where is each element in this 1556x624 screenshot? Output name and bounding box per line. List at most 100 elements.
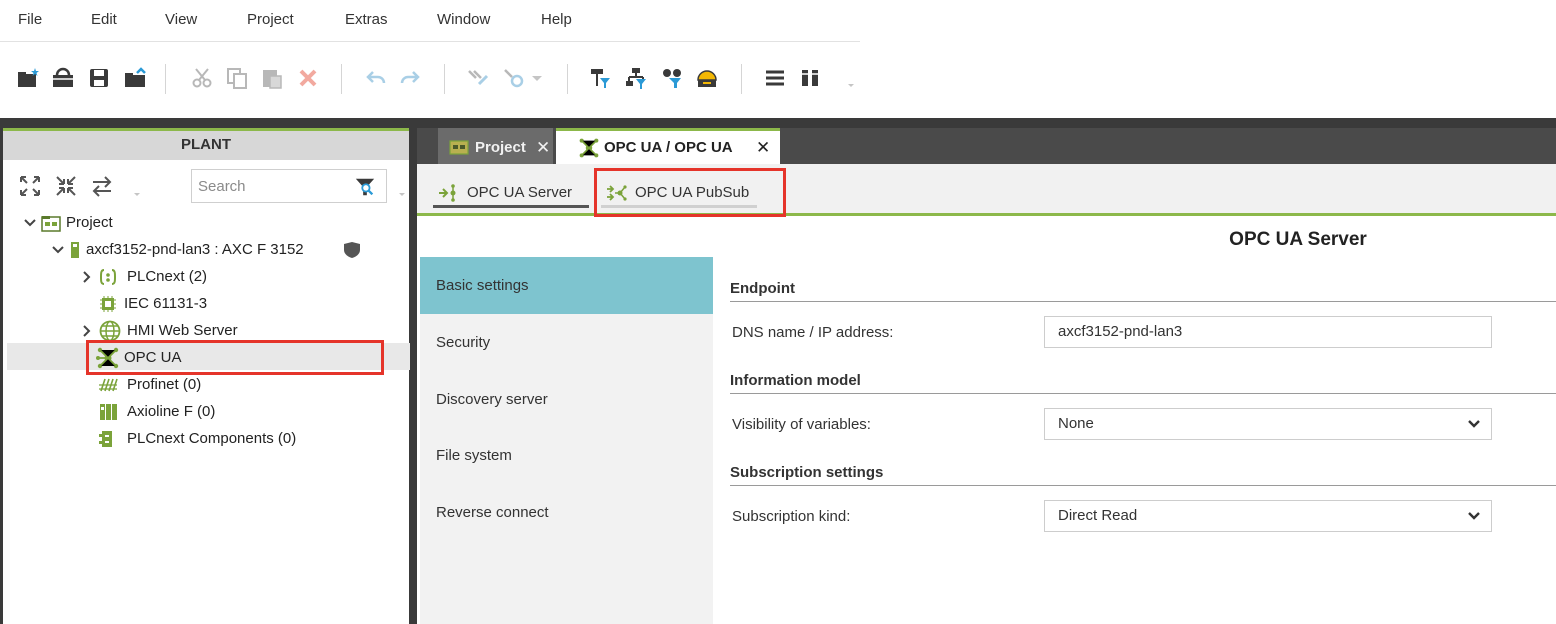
axioline-icon (100, 404, 117, 420)
tab-project[interactable]: Project ✕ (438, 128, 553, 164)
nav-discovery-server[interactable]: Discovery server (420, 371, 713, 428)
nav-file-system[interactable]: File system (420, 427, 713, 484)
sub-tab-bar: OPC UA Server OPC UA PubSub (417, 164, 1556, 217)
column-view-icon[interactable] (798, 66, 822, 90)
nav-basic-settings[interactable]: Basic settings (420, 257, 713, 314)
tree-item-label: Project (66, 214, 113, 231)
filter-hierarchy-icon[interactable] (624, 66, 648, 90)
subtab-label: OPC UA Server (467, 184, 573, 201)
filter-icon[interactable] (354, 176, 376, 198)
section-information-model: Information model (730, 372, 1556, 394)
plcnext-icon (99, 269, 117, 285)
chevron-down-icon[interactable] (23, 216, 37, 230)
chevron-down-icon[interactable] (397, 174, 407, 198)
expand-all-icon[interactable] (18, 174, 42, 198)
visibility-select[interactable]: None (1044, 408, 1492, 440)
subtab-opcua-server[interactable]: OPC UA Server (433, 178, 589, 208)
undo-icon[interactable] (364, 66, 388, 90)
tree-item-profinet[interactable]: Profinet (0) (78, 372, 378, 398)
save-icon[interactable] (87, 66, 111, 90)
tree-item-label: axcf3152-pnd-lan3 : AXC F 3152 (86, 241, 304, 258)
toolbar-overflow-icon[interactable] (845, 66, 857, 90)
cut-icon[interactable] (190, 66, 214, 90)
menu-project[interactable]: Project (247, 11, 294, 28)
subscription-kind-select[interactable]: Direct Read (1044, 500, 1492, 532)
profinet-icon (99, 378, 118, 392)
tab-label: Project (475, 139, 526, 156)
plant-header: PLANT (3, 128, 409, 160)
search-box (191, 169, 387, 203)
menu-window[interactable]: Window (437, 11, 490, 28)
save-as-icon[interactable] (123, 66, 147, 90)
server-icon (439, 184, 456, 202)
opcua-icon (579, 138, 599, 158)
paste-icon[interactable] (260, 66, 284, 90)
project-folder-icon (41, 216, 61, 232)
shield-icon (344, 242, 360, 258)
connect-icon[interactable] (466, 66, 490, 90)
chevron-down-icon[interactable] (131, 174, 143, 198)
visibility-label: Visibility of variables: (732, 416, 871, 433)
toolbar-separator (444, 64, 445, 94)
sync-selection-icon[interactable] (90, 174, 114, 198)
close-icon[interactable]: ✕ (536, 131, 550, 165)
chevron-right-icon[interactable] (80, 270, 94, 284)
chip-icon (100, 296, 116, 312)
collapse-all-icon[interactable] (54, 174, 78, 198)
nav-reverse-connect[interactable]: Reverse connect (420, 484, 713, 541)
window-divider (0, 118, 1556, 128)
toolbar (0, 56, 870, 102)
menu-edit[interactable]: Edit (91, 11, 117, 28)
menu-bar: File Edit View Project Extras Window Hel… (0, 0, 860, 42)
tree-item-project[interactable]: Project (21, 210, 401, 236)
tree-item-components[interactable]: PLCnext Components (0) (78, 426, 398, 452)
editor-tab-bar: Project ✕ OPC UA / OPC UA ✕ (417, 128, 1556, 164)
filter-tree-icon[interactable] (588, 66, 612, 90)
plant-panel: PLANT Project axcf3152-pnd-lan3 : AXC F … (0, 128, 412, 624)
tree-item-plcnext[interactable]: PLCnext (2) (78, 264, 378, 290)
dns-label: DNS name / IP address: (732, 324, 894, 341)
tree-item-label: Profinet (0) (127, 376, 202, 393)
chevron-down-icon (1468, 420, 1480, 428)
search-input[interactable] (198, 175, 338, 197)
dns-field[interactable]: axcf3152-pnd-lan3 (1044, 316, 1492, 348)
chevron-down-icon (1468, 512, 1480, 520)
highlight-box (86, 340, 384, 375)
server-settings-content: OPC UA Server Basic settings Security Di… (420, 219, 1556, 624)
tree-item-label: IEC 61131-3 (124, 295, 208, 312)
write-start-icon[interactable] (502, 66, 526, 90)
tree-item-controller[interactable]: axcf3152-pnd-lan3 : AXC F 3152 (49, 237, 399, 263)
tree-item-axioline[interactable]: Axioline F (0) (78, 399, 378, 425)
subscription-kind-label: Subscription kind: (732, 508, 851, 525)
list-view-icon[interactable] (763, 66, 787, 90)
chevron-down-icon[interactable] (51, 243, 65, 257)
toolbar-separator (341, 64, 342, 94)
new-project-icon[interactable] (16, 66, 40, 90)
tree-item-label: PLCnext Components (0) (127, 430, 297, 447)
menu-extras[interactable]: Extras (345, 11, 388, 28)
chevron-right-icon[interactable] (80, 324, 94, 338)
delete-icon[interactable] (296, 66, 320, 90)
page-title: OPC UA Server (1229, 229, 1367, 250)
filter-safety-icon[interactable] (695, 66, 719, 90)
open-project-icon[interactable] (51, 66, 75, 90)
copy-icon[interactable] (225, 66, 249, 90)
tree-item-iec[interactable]: IEC 61131-3 (78, 291, 378, 317)
menu-view[interactable]: View (165, 11, 197, 28)
dns-value: axcf3152-pnd-lan3 (1058, 323, 1183, 340)
globe-icon (99, 320, 121, 342)
controller-icon (71, 242, 79, 258)
toolbar-separator (567, 64, 568, 94)
menu-help[interactable]: Help (541, 11, 572, 28)
filter-network-icon[interactable] (660, 66, 684, 90)
project-folder-icon (449, 140, 469, 155)
chevron-down-icon[interactable] (530, 66, 544, 90)
redo-icon[interactable] (398, 66, 422, 90)
menu-file[interactable]: File (18, 11, 42, 28)
nav-security[interactable]: Security (420, 314, 713, 371)
close-icon[interactable]: ✕ (756, 131, 770, 165)
component-icon (99, 431, 112, 447)
tree-item-label: PLCnext (2) (127, 268, 208, 285)
tab-label: OPC UA / OPC UA (604, 139, 733, 156)
tab-opcua[interactable]: OPC UA / OPC UA ✕ (556, 128, 780, 164)
